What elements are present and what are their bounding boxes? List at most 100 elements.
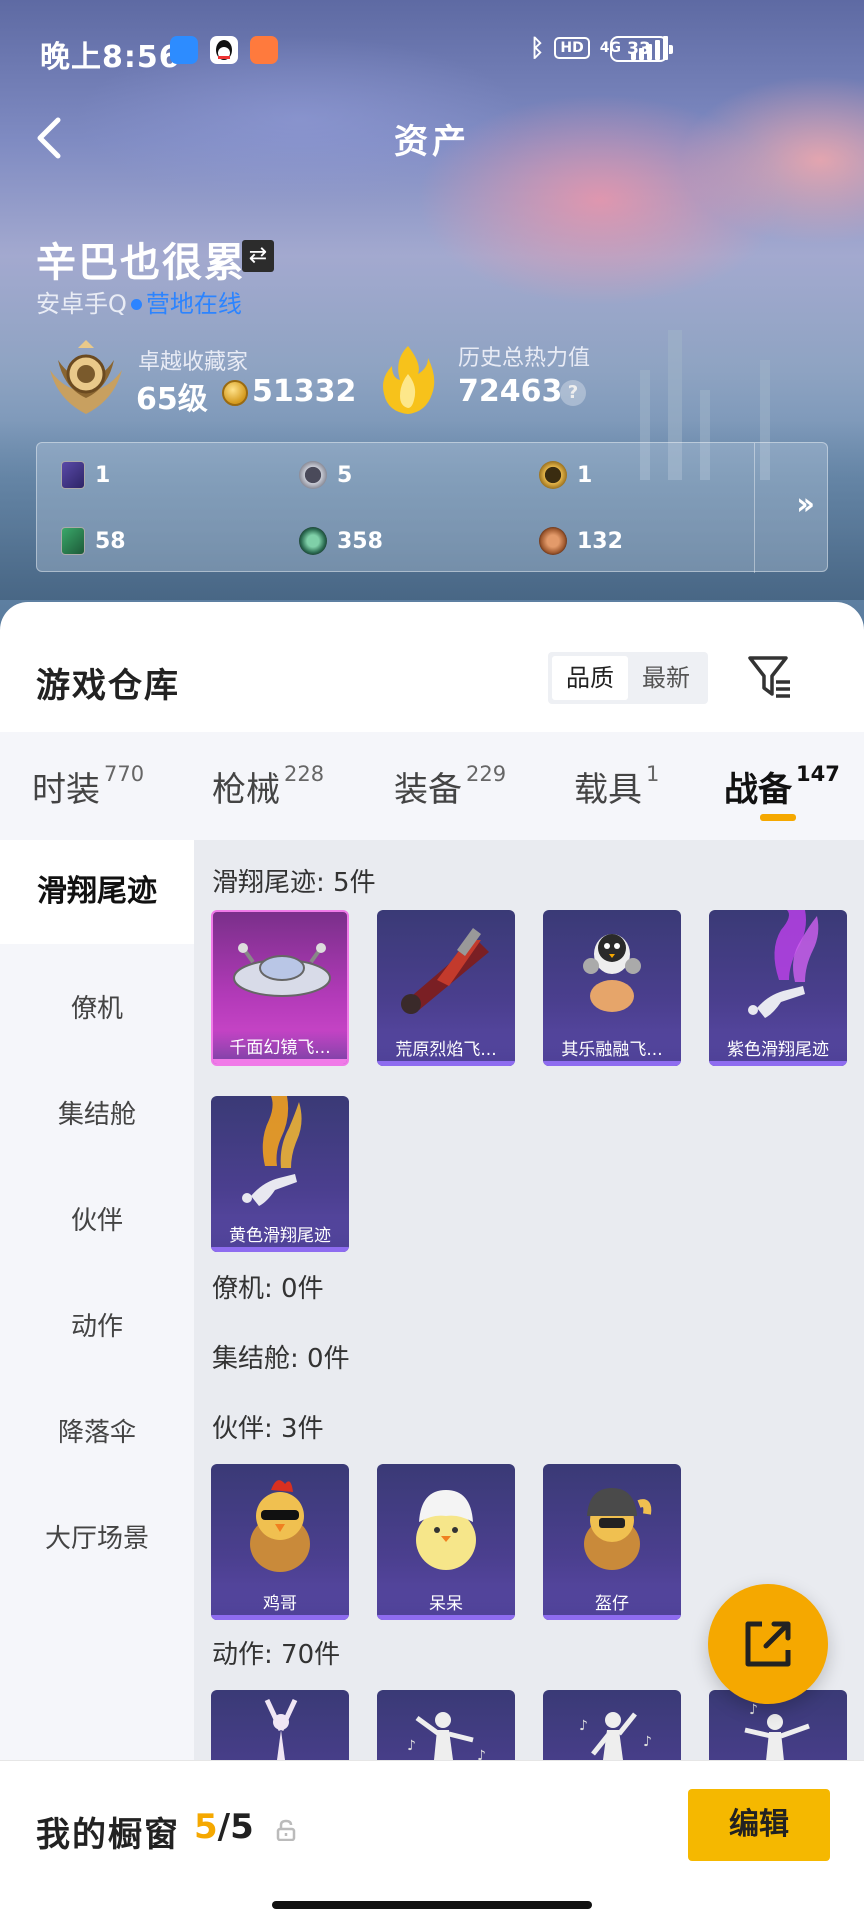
nav-item-rally-pod[interactable]: 集结舱	[0, 1094, 194, 1131]
item-card[interactable]: 黄色滑翔尾迹	[211, 1096, 349, 1252]
purple-card-icon	[61, 461, 85, 489]
currency-item: 58	[61, 527, 126, 555]
shop-app-icon	[250, 36, 278, 64]
item-card[interactable]: 其乐融融飞...	[543, 910, 681, 1066]
nav-item-emote[interactable]: 动作	[0, 1306, 194, 1343]
tab-count: 770	[104, 762, 145, 786]
item-grid: 滑翔尾迹: 5件 千面幻镜飞... 荒原烈焰飞... 其乐融融飞... 紫色滑翔…	[194, 840, 864, 1920]
tab-weapons[interactable]: 枪械 228	[212, 762, 324, 811]
helmet-chick-partner-icon	[584, 1488, 652, 1570]
green-card-icon	[61, 527, 85, 555]
help-icon[interactable]: ?	[560, 380, 586, 406]
flame-glider-trail-icon	[401, 928, 489, 1014]
warehouse-panel: 游戏仓库 品质 最新 时装 770 枪械 228 装备 229 载具 1 战备 147 滑…	[0, 602, 864, 1920]
silver-coin-icon	[299, 461, 327, 489]
sort-latest-button[interactable]: 最新	[628, 656, 704, 700]
nav-item-partner[interactable]: 伙伴	[0, 1200, 194, 1237]
currency-value: 132	[577, 528, 623, 554]
item-name: 呆呆	[429, 1594, 463, 1614]
currency-panel[interactable]: 1 5 1 58 358 132 ››	[36, 442, 828, 573]
penguin-glider-trail-icon	[583, 934, 641, 1012]
yellow-smoke-trail-icon	[242, 1096, 302, 1206]
currency-item: 5	[299, 461, 352, 489]
double-chevron-right-icon[interactable]: ››	[796, 487, 815, 522]
rank-emblem-icon[interactable]	[44, 340, 128, 420]
battery-indicator: 33	[610, 36, 673, 62]
qq-app-icon	[210, 36, 238, 64]
svg-text:♪: ♪	[579, 1718, 588, 1734]
share-icon	[745, 1621, 791, 1667]
nav-item-glide-trail[interactable]: 滑翔尾迹	[0, 840, 194, 944]
category-tabs: 时装 770 枪械 228 装备 229 载具 1 战备 147	[0, 732, 864, 840]
currency-value: 5	[337, 462, 353, 488]
item-card[interactable]: 鸡哥	[211, 1464, 349, 1620]
tab-count: 1	[646, 762, 660, 786]
lock-icon	[276, 1819, 296, 1842]
active-tab-indicator	[760, 814, 796, 821]
currency-item: 132	[539, 527, 623, 555]
item-card[interactable]: 紫色滑翔尾迹	[709, 910, 847, 1066]
tab-count: 147	[796, 762, 840, 786]
item-card[interactable]: 盔仔	[543, 1464, 681, 1620]
nav-item-lobby-scene[interactable]: 大厅场景	[0, 1518, 194, 1555]
online-status: 营地在线	[145, 290, 242, 318]
sort-toggle: 品质 最新	[548, 652, 708, 704]
status-time: 晚上8:56	[40, 40, 181, 75]
rank-title: 卓越收藏家	[138, 350, 249, 375]
chicken-partner-icon	[250, 1480, 310, 1572]
warehouse-title: 游戏仓库	[36, 666, 180, 706]
svg-text:♪: ♪	[407, 1738, 416, 1754]
showcase-count-total: /5	[217, 1807, 254, 1847]
svg-text:♪: ♪	[643, 1734, 652, 1750]
sort-quality-button[interactable]: 品质	[552, 656, 628, 700]
item-card[interactable]: 呆呆	[377, 1464, 515, 1620]
currency-value: 58	[95, 528, 126, 554]
item-name: 盔仔	[595, 1594, 629, 1614]
item-name: 紫色滑翔尾迹	[727, 1040, 829, 1060]
tab-label: 时装	[32, 770, 100, 810]
showcase-count-current: 5	[194, 1807, 218, 1847]
item-card[interactable]: 千面幻镜飞...	[211, 910, 349, 1066]
bronze-coin-icon	[539, 527, 567, 555]
green-coin-icon	[299, 527, 327, 555]
section-title-pod: 集结舱: 0件	[212, 1344, 350, 1374]
collection-coins: 51332	[252, 374, 357, 409]
svg-text:♪: ♪	[749, 1702, 758, 1718]
tab-fashion[interactable]: 时装 770	[32, 762, 144, 811]
home-indicator[interactable]	[272, 1901, 592, 1909]
tab-count: 229	[466, 762, 507, 786]
item-card[interactable]: 荒原烈焰飞...	[377, 910, 515, 1066]
switch-account-icon[interactable]: ⇄	[242, 240, 274, 272]
tab-vehicles[interactable]: 载具 1	[574, 762, 659, 811]
section-title-partners: 伙伴: 3件	[212, 1414, 324, 1444]
section-title-emotes: 动作: 70件	[212, 1640, 341, 1670]
heat-title: 历史总热力值	[458, 346, 591, 371]
tab-label: 枪械	[212, 770, 280, 810]
hd-badge: HD	[554, 37, 590, 59]
section-title-wingman: 僚机: 0件	[212, 1274, 324, 1304]
message-app-icon	[170, 36, 198, 64]
item-name: 荒原烈焰飞...	[395, 1040, 497, 1060]
item-name: 鸡哥	[263, 1594, 297, 1614]
tab-label: 载具	[574, 770, 642, 810]
showcase-label: 我的橱窗	[36, 1815, 180, 1855]
ufo-trail-icon	[233, 943, 331, 997]
heat-value: 72463	[458, 374, 563, 409]
tab-equipment[interactable]: 装备 229	[394, 762, 506, 811]
nav-item-wingman[interactable]: 僚机	[0, 988, 194, 1025]
filter-icon[interactable]	[746, 652, 794, 700]
collection-coin-icon	[222, 380, 248, 406]
status-bar: 晚上8:56 ᛒ HD 4G 33	[0, 0, 864, 100]
share-button[interactable]	[708, 1584, 828, 1704]
currency-value: 358	[337, 528, 383, 554]
currency-value: 1	[95, 462, 111, 488]
item-name: 其乐融融飞...	[561, 1040, 663, 1060]
currency-value: 1	[577, 462, 593, 488]
subcategory-nav: 滑翔尾迹 僚机 集结舱 伙伴 动作 降落伞 大厅场景	[0, 840, 194, 1920]
edit-button[interactable]: 编辑	[688, 1789, 830, 1861]
tab-battle-prep[interactable]: 战备 147	[724, 762, 840, 811]
tab-count: 228	[284, 762, 325, 786]
item-name: 黄色滑翔尾迹	[229, 1226, 331, 1246]
nav-item-parachute[interactable]: 降落伞	[0, 1412, 194, 1449]
currency-item: 1	[61, 461, 110, 489]
